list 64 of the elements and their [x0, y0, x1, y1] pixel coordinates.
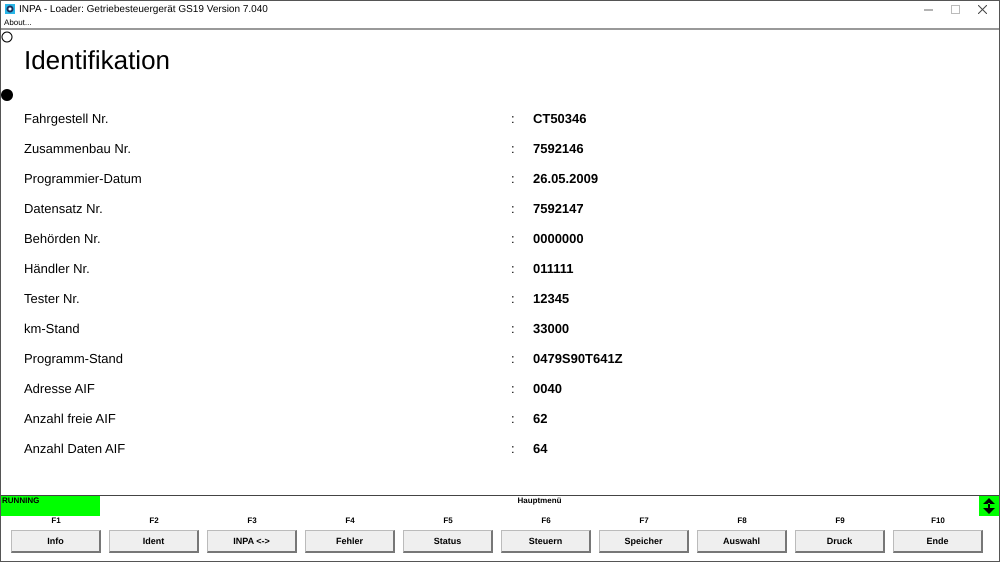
field-label: Adresse AIF: [24, 380, 96, 396]
menu-item[interactable]: About...: [4, 18, 32, 27]
key-label: F10: [931, 516, 945, 525]
key-label: F2: [149, 516, 159, 525]
field-label: Zusammenbau Nr.: [24, 140, 132, 156]
field-label: Datensatz Nr.: [24, 200, 104, 216]
status-indicator: RUNNING: [1, 496, 100, 516]
field-value: 0000000: [533, 230, 585, 246]
dot-icon: [1, 89, 13, 101]
close-icon[interactable]: [978, 4, 987, 14]
field-label: Fahrgestell Nr.: [24, 110, 110, 126]
field-separator: :: [511, 170, 516, 186]
field-separator: :: [511, 350, 516, 366]
function-button[interactable]: Fehler: [305, 530, 395, 553]
key-label: F1: [51, 516, 61, 525]
field-value: 7592147: [533, 200, 585, 216]
field-value: 0479S90T641Z: [533, 350, 623, 366]
field-label: Programmier-Datum: [24, 170, 143, 186]
field-label: Programm-Stand: [24, 350, 124, 366]
field-label: km-Stand: [24, 320, 81, 336]
app-icon: [5, 4, 15, 14]
field-separator: :: [511, 260, 516, 276]
field-value: 7592146: [533, 140, 585, 156]
menu-title: Hauptmenü: [516, 496, 562, 505]
key-label: F9: [835, 516, 845, 525]
function-button[interactable]: Druck: [795, 530, 885, 553]
field-label: Händler Nr.: [24, 260, 91, 276]
function-button[interactable]: Info: [11, 530, 101, 553]
window-title: INPA - Loader: Getriebesteuergerät GS19 Version 7.040: [19, 4, 269, 14]
field-separator: :: [511, 440, 516, 456]
function-button[interactable]: Speicher: [599, 530, 689, 553]
function-button[interactable]: INPA <->: [207, 530, 297, 553]
field-label: Anzahl freie AIF: [24, 410, 117, 426]
key-label: F4: [345, 516, 355, 525]
key-label: F5: [443, 516, 453, 525]
field-separator: :: [511, 290, 516, 306]
field-separator: :: [511, 410, 516, 426]
field-value: 26.05.2009: [533, 170, 600, 186]
field-label: Anzahl Daten AIF: [24, 440, 126, 456]
function-button[interactable]: Status: [403, 530, 493, 553]
key-label: F3: [247, 516, 257, 525]
field-separator: :: [511, 200, 516, 216]
field-value: 62: [533, 410, 548, 426]
field-label: Behörden Nr.: [24, 230, 102, 246]
field-value: 011111: [533, 260, 575, 276]
field-value: CT50346: [533, 110, 588, 126]
field-separator: :: [511, 140, 516, 156]
field-separator: :: [511, 110, 516, 126]
function-button[interactable]: Auswahl: [697, 530, 787, 553]
field-separator: :: [511, 380, 516, 396]
key-label: F6: [541, 516, 551, 525]
function-button[interactable]: Ident: [109, 530, 199, 553]
function-button[interactable]: Steuern: [501, 530, 591, 553]
key-label: F7: [639, 516, 649, 525]
field-value: 33000: [533, 320, 570, 336]
field-value: 64: [533, 440, 548, 456]
key-label: F8: [737, 516, 747, 525]
field-value: 12345: [533, 290, 570, 306]
field-separator: :: [511, 320, 516, 336]
field-value: 0040: [533, 380, 563, 396]
field-label: Tester Nr.: [24, 290, 81, 306]
page-heading: Identifikation: [24, 45, 170, 76]
function-button[interactable]: Ende: [893, 530, 983, 553]
field-separator: :: [511, 230, 516, 246]
